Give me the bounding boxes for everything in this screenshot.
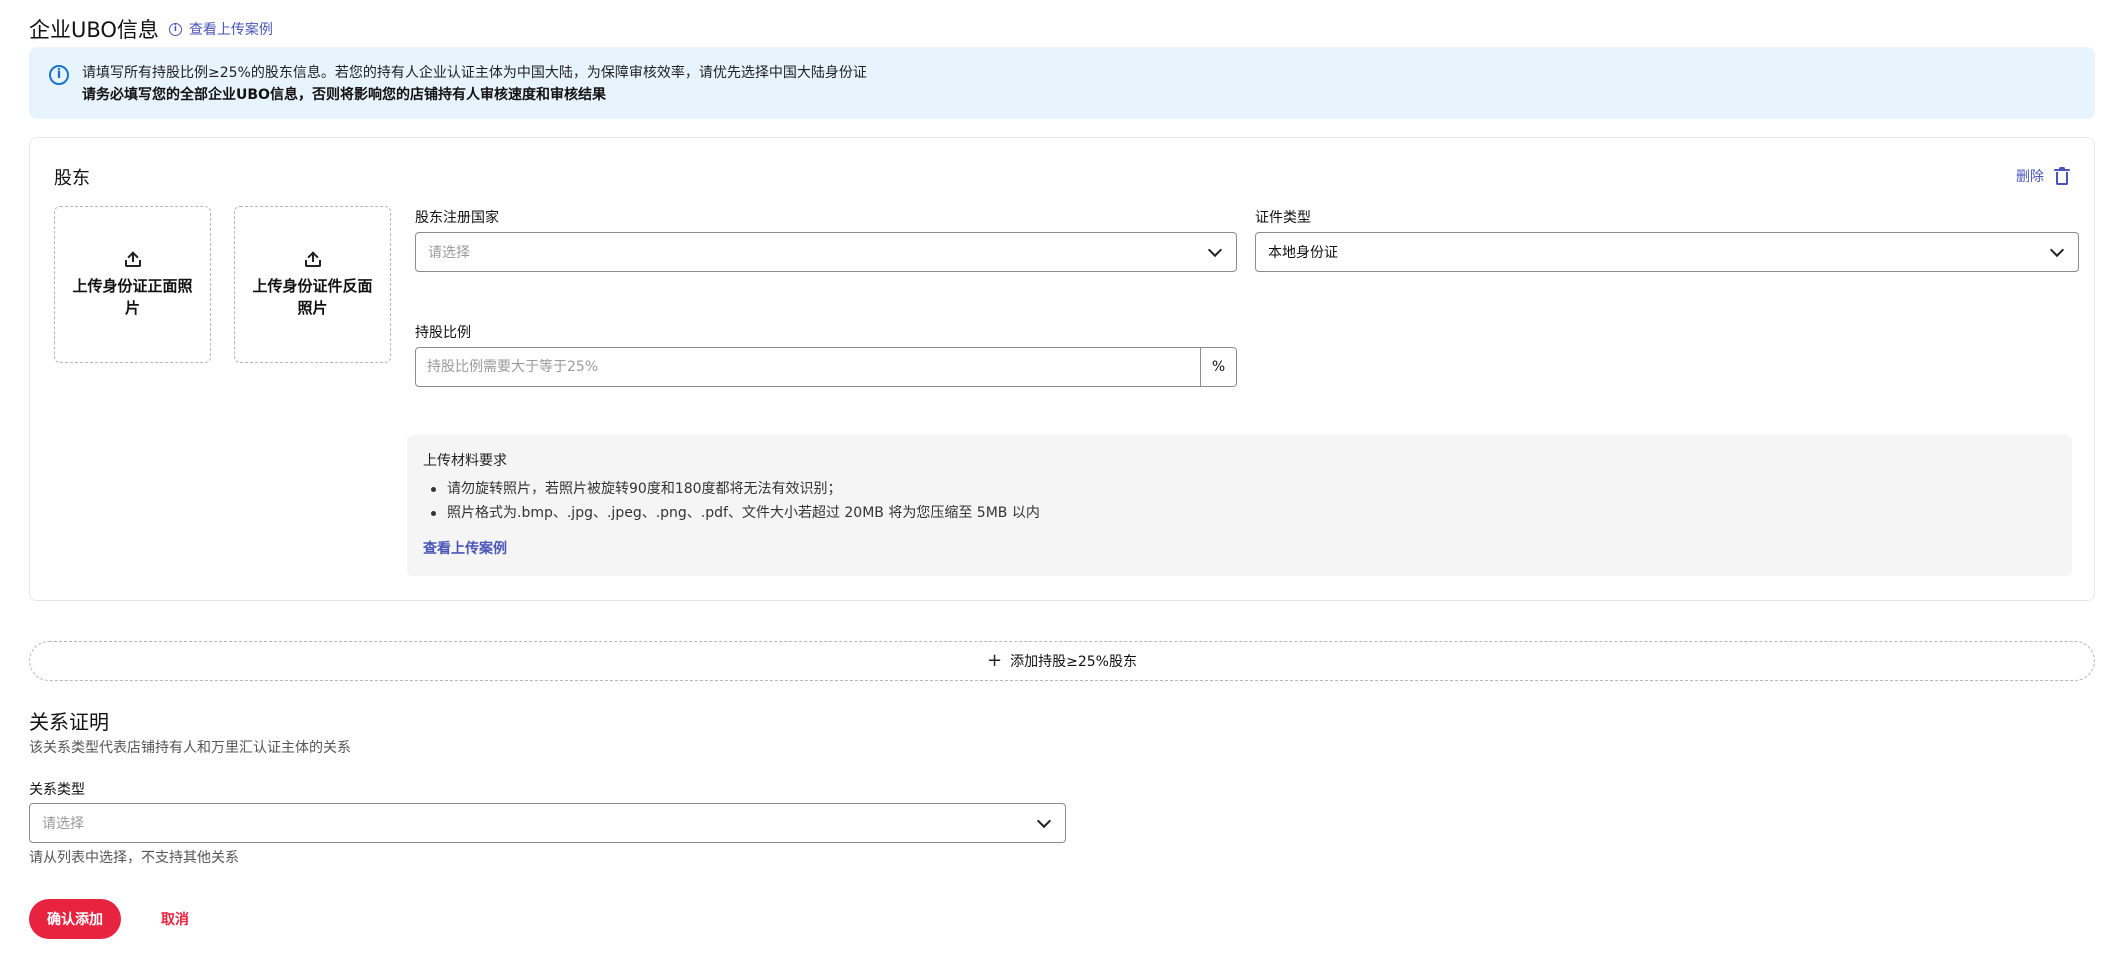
country-select[interactable]: 请选择 <box>415 232 1237 272</box>
upload-icon <box>124 250 141 267</box>
relation-description: 该关系类型代表店铺持有人和万里汇认证主体的关系 <box>29 740 351 756</box>
delete-shareholder-button[interactable]: 删除 <box>2016 166 2070 186</box>
upload-id-front-label: 上传身份证正面照片 <box>72 276 193 317</box>
info-icon: i <box>168 22 182 36</box>
chevron-down-icon <box>1207 242 1223 258</box>
chevron-down-icon <box>1036 813 1052 829</box>
percent-suffix: % <box>1200 348 1236 386</box>
ubo-section-header: 企业UBO信息 i 查看上传案例 <box>29 14 273 44</box>
delete-label: 删除 <box>2016 169 2044 185</box>
upload-id-back-label: 上传身份证件反面照片 <box>252 276 373 317</box>
requirements-list: 请勿旋转照片，若照片被旋转90度和180度都将无法有效识别； 照片格式为.bmp… <box>423 477 1040 525</box>
shareholder-card: 股东 删除 上传身份证正面照片 上传身份证件反面照片 股东注册国家 请选择 证件… <box>29 137 2095 601</box>
trash-icon <box>2054 167 2070 185</box>
relation-title: 关系证明 <box>29 710 109 734</box>
id-type-label: 证件类型 <box>1255 210 1311 226</box>
shareholder-card-title: 股东 <box>54 168 90 189</box>
banner-line-1: 请填写所有持股比例≥25%的股东信息。若您的持有人企业认证主体为中国大陆，为保障… <box>82 65 867 81</box>
upload-icon <box>304 250 321 267</box>
country-placeholder: 请选择 <box>428 245 470 261</box>
plus-icon: + <box>987 650 1003 671</box>
id-type-value: 本地身份证 <box>1268 245 1338 261</box>
ubo-example-link[interactable]: 查看上传案例 <box>189 19 273 39</box>
relation-type-placeholder: 请选择 <box>42 816 84 832</box>
relation-type-label: 关系类型 <box>29 782 85 798</box>
upload-id-front[interactable]: 上传身份证正面照片 <box>54 206 211 363</box>
list-item: 照片格式为.bmp、.jpg、.jpeg、.png、.pdf、文件大小若超过 2… <box>423 501 1040 525</box>
requirements-title: 上传材料要求 <box>423 453 507 469</box>
cancel-button[interactable]: 取消 <box>145 899 205 939</box>
upload-requirements: 上传材料要求 请勿旋转照片，若照片被旋转90度和180度都将无法有效识别； 照片… <box>407 435 2072 576</box>
list-item: 请勿旋转照片，若照片被旋转90度和180度都将无法有效识别； <box>423 477 1040 501</box>
country-label: 股东注册国家 <box>415 210 499 226</box>
confirm-add-button[interactable]: 确认添加 <box>29 899 121 939</box>
id-type-select[interactable]: 本地身份证 <box>1255 232 2079 272</box>
info-icon: i <box>49 65 69 85</box>
add-shareholder-label: 添加持股≥25%股东 <box>1010 654 1137 670</box>
add-shareholder-button[interactable]: + 添加持股≥25%股东 <box>29 641 2095 681</box>
relation-help-text: 请从列表中选择，不支持其他关系 <box>29 850 239 866</box>
share-ratio-field: % <box>415 347 1237 387</box>
relation-type-select[interactable]: 请选择 <box>29 803 1066 843</box>
ubo-section-title: 企业UBO信息 <box>29 18 159 42</box>
info-banner: i 请填写所有持股比例≥25%的股东信息。若您的持有人企业认证主体为中国大陆，为… <box>29 47 2095 119</box>
requirements-example-link[interactable]: 查看上传案例 <box>423 538 507 558</box>
share-label: 持股比例 <box>415 325 471 341</box>
share-ratio-input[interactable] <box>416 348 1200 386</box>
banner-line-2: 请务必填写您的全部企业UBO信息，否则将影响您的店铺持有人审核速度和审核结果 <box>82 87 606 103</box>
chevron-down-icon <box>2049 242 2065 258</box>
upload-id-back[interactable]: 上传身份证件反面照片 <box>234 206 391 363</box>
